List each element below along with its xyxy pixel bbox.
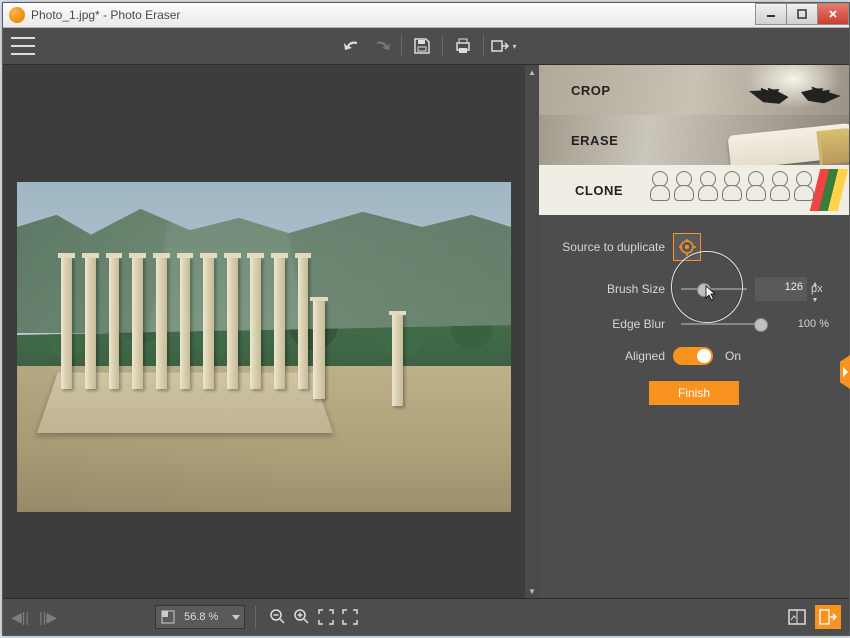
spinner-up-icon[interactable]: ▲ xyxy=(809,277,821,293)
edge-blur-label: Edge Blur xyxy=(555,317,673,331)
fit-screen-button[interactable] xyxy=(314,605,338,629)
vertical-scrollbar[interactable]: ▲ ▼ xyxy=(525,65,539,598)
canvas-area[interactable]: ▲ ▼ xyxy=(3,65,539,598)
panel-clone-label: CLONE xyxy=(575,183,623,198)
zoom-value: 56.8 % xyxy=(180,611,230,623)
scroll-down-icon[interactable]: ▼ xyxy=(525,584,539,598)
save-button[interactable] xyxy=(408,32,436,60)
redo-button[interactable] xyxy=(367,32,395,60)
apply-next-button[interactable] xyxy=(815,605,841,629)
tools-sidebar: CROP ERASE CLONE Source to duplicate xyxy=(539,65,849,598)
print-button[interactable] xyxy=(449,32,477,60)
finish-button[interactable]: Finish xyxy=(649,381,739,405)
aligned-state: On xyxy=(713,349,741,363)
scroll-up-icon[interactable]: ▲ xyxy=(525,65,539,79)
brush-size-slider[interactable] xyxy=(681,288,747,290)
aligned-toggle[interactable] xyxy=(673,347,713,365)
panel-crop-label: CROP xyxy=(571,83,611,98)
statusbar: ◀|| ||▶ 56.8 % xyxy=(3,598,849,635)
panel-clone-body: Source to duplicate Brush Size xyxy=(539,215,849,415)
panel-erase-label: ERASE xyxy=(571,133,618,148)
aligned-label: Aligned xyxy=(555,349,673,363)
undo-button[interactable] xyxy=(339,32,367,60)
zoom-in-button[interactable] xyxy=(290,605,314,629)
next-image-button[interactable]: ||▶ xyxy=(39,609,57,626)
window-title: Photo_1.jpg* - Photo Eraser xyxy=(31,8,180,22)
window-close-button[interactable] xyxy=(817,3,849,25)
menu-button[interactable] xyxy=(11,37,35,55)
edge-blur-slider[interactable] xyxy=(681,323,761,325)
window-minimize-button[interactable] xyxy=(755,3,787,25)
panel-erase[interactable]: ERASE xyxy=(539,115,849,165)
source-target-button[interactable] xyxy=(673,233,701,261)
panel-clone[interactable]: CLONE xyxy=(539,165,849,215)
app-icon xyxy=(9,7,25,23)
panel-crop[interactable]: CROP xyxy=(539,65,849,115)
zoom-level-icon xyxy=(160,609,176,625)
prev-image-button[interactable]: ◀|| xyxy=(11,609,29,626)
actual-size-button[interactable] xyxy=(338,605,362,629)
brush-size-value[interactable]: 126 ▲ ▼ xyxy=(755,277,807,301)
brush-size-label: Brush Size xyxy=(555,282,673,296)
source-label: Source to duplicate xyxy=(555,240,673,254)
edge-blur-value: 100 % xyxy=(769,318,833,330)
main-toolbar: ▾ xyxy=(3,28,849,65)
compare-button[interactable] xyxy=(785,605,809,629)
chevron-down-icon xyxy=(232,615,240,620)
zoom-dropdown[interactable]: 56.8 % xyxy=(155,605,245,629)
photo-canvas[interactable] xyxy=(17,182,511,512)
target-icon xyxy=(678,238,696,256)
zoom-out-button[interactable] xyxy=(266,605,290,629)
titlebar: Photo_1.jpg* - Photo Eraser xyxy=(3,3,849,28)
spinner-down-icon[interactable]: ▼ xyxy=(809,293,821,309)
window-maximize-button[interactable] xyxy=(786,3,818,25)
export-button[interactable]: ▾ xyxy=(490,32,518,60)
